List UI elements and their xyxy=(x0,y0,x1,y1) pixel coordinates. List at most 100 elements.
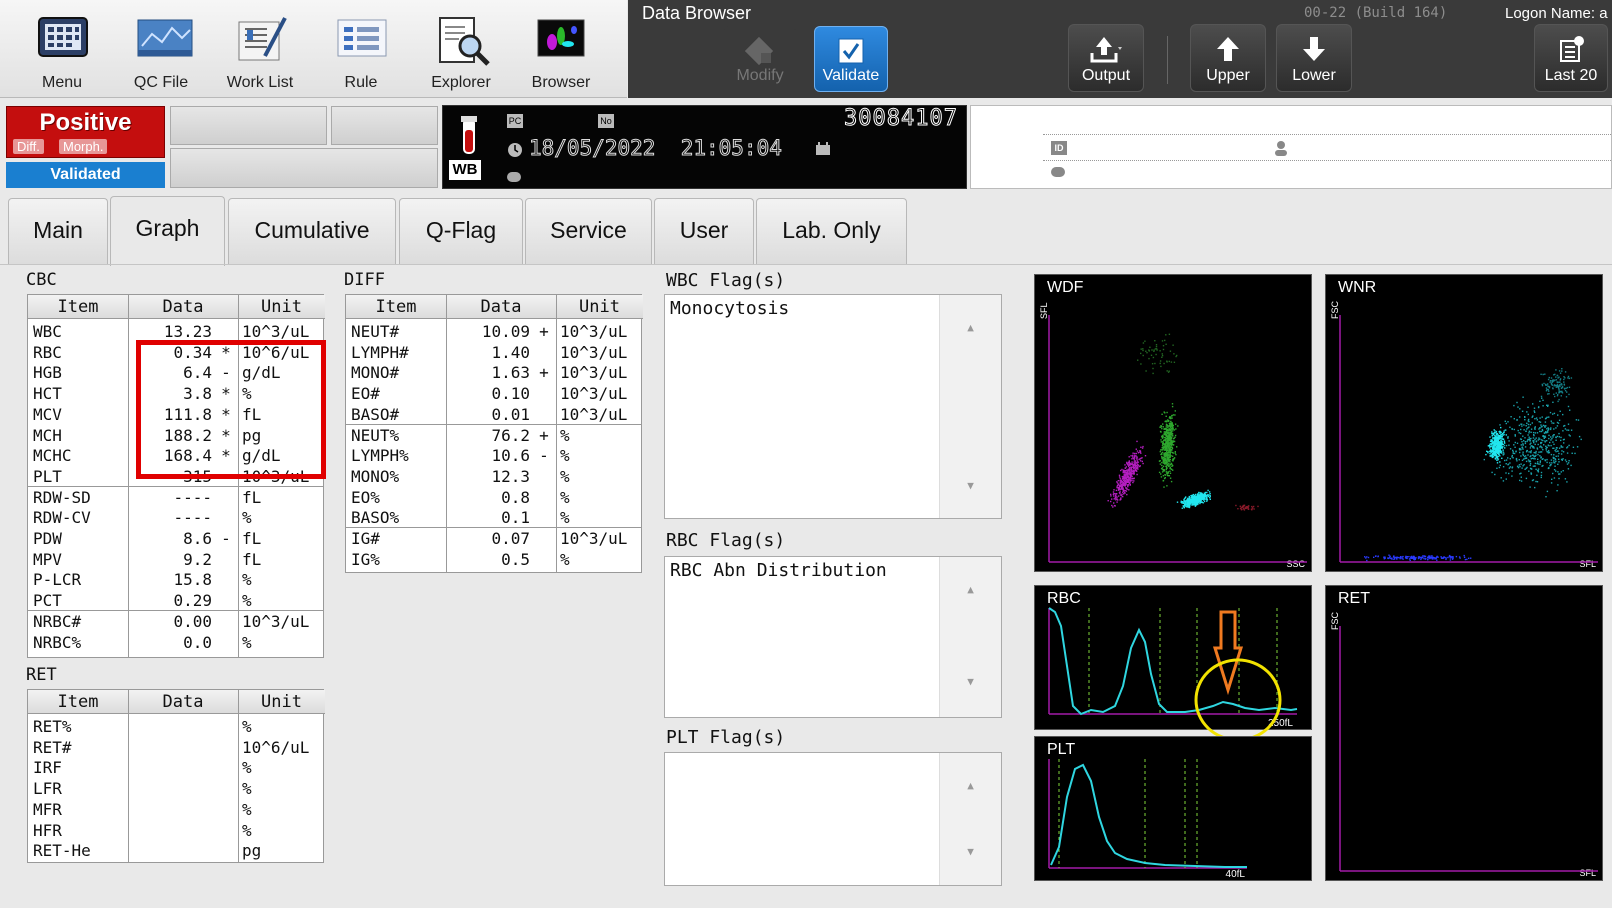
diff-table: Item Data Unit NEUT# 10.09 +10^3/uL LYMPH# 1.40… xyxy=(345,294,643,573)
menu-button[interactable]: Menu xyxy=(17,10,107,94)
scatter-dot xyxy=(1168,454,1171,456)
scatter-dot xyxy=(1514,446,1516,448)
scatter-dot xyxy=(1499,464,1501,467)
scatter-dot xyxy=(1551,437,1553,440)
scatter-dot xyxy=(1550,420,1552,422)
scatter-dot xyxy=(1112,506,1114,508)
scatter-dot xyxy=(1165,468,1167,471)
scatter-dot xyxy=(1165,465,1168,468)
output-button[interactable]: Output xyxy=(1068,24,1144,92)
scatter-dot xyxy=(1125,481,1127,483)
cbc-data-flag xyxy=(218,549,234,570)
scroll-down-icon[interactable]: ▼ xyxy=(940,479,1001,492)
scatter-dot xyxy=(1123,483,1125,485)
diff-item-eo#: EO# xyxy=(351,384,380,404)
browser-button[interactable]: Browser xyxy=(516,10,606,94)
scatter-dot xyxy=(1534,462,1537,465)
scatter-dot xyxy=(1553,412,1556,415)
scatter-dot xyxy=(1195,496,1197,498)
scatter-dot xyxy=(1133,480,1135,482)
scroll-up-icon[interactable]: ▲ xyxy=(940,779,1001,792)
scatter-dot xyxy=(1408,558,1411,560)
tab-graph[interactable]: Graph xyxy=(110,196,225,266)
scatter-dot xyxy=(1162,434,1164,437)
scatter-dot xyxy=(1507,463,1510,465)
scatter-dot xyxy=(1519,408,1521,410)
scatter-dot xyxy=(1133,456,1136,458)
scatter-dot xyxy=(1427,556,1429,559)
scatter-dot xyxy=(1518,432,1520,434)
scatter-dot xyxy=(1431,555,1433,557)
last-20-list-icon xyxy=(1560,36,1584,62)
scatter-dot xyxy=(1162,345,1165,347)
scatter-dot xyxy=(1455,555,1458,558)
scatter-dot xyxy=(1124,464,1126,466)
scatter-dot xyxy=(1160,473,1162,475)
scatter-dot xyxy=(1508,472,1510,475)
tab-lab-only[interactable]: Lab. Only xyxy=(756,198,907,264)
scatter-dot xyxy=(1406,556,1409,558)
scatter-dot xyxy=(1133,452,1136,455)
lower-button[interactable]: Lower xyxy=(1276,24,1352,92)
scatter-dot xyxy=(1133,459,1136,461)
scatter-dot xyxy=(1564,459,1567,461)
last-20-button[interactable]: Last 20 xyxy=(1534,24,1608,92)
scatter-dot xyxy=(1505,472,1507,474)
validate-button[interactable]: Validate xyxy=(814,26,888,92)
scatter-dot xyxy=(1119,499,1121,501)
scatter-dot xyxy=(1553,477,1556,479)
scatter-dot xyxy=(1166,472,1168,475)
scroll-down-icon[interactable]: ▼ xyxy=(940,845,1001,858)
scatter-dot xyxy=(1162,475,1165,477)
rbc-flags-scrollbar[interactable]: ▲ ▼ xyxy=(939,557,1001,717)
scatter-dot xyxy=(1513,452,1516,455)
rule-button[interactable]: Rule xyxy=(316,10,406,94)
column-divider xyxy=(238,690,239,862)
upper-button[interactable]: Upper xyxy=(1190,24,1266,92)
scatter-dot xyxy=(1553,460,1555,462)
scatter-dot xyxy=(1522,448,1524,450)
sample-info-panel: WB PC No 30084107 18/05/2022 21:05:04 xyxy=(442,105,967,189)
scatter-dot xyxy=(1517,429,1519,432)
tab-q-flag[interactable]: Q-Flag xyxy=(399,198,523,264)
cbc-unit: % xyxy=(242,508,252,528)
scatter-dot xyxy=(1115,498,1118,500)
scatter-dot xyxy=(1131,461,1133,463)
cbc-data-flag: - xyxy=(221,363,231,383)
diff-data-value: 0.8 xyxy=(501,487,530,507)
scatter-dot xyxy=(1119,477,1121,480)
plt-flags-scrollbar[interactable]: ▲ ▼ xyxy=(939,753,1001,885)
diff-data-flag xyxy=(536,404,552,425)
scatter-dot xyxy=(1142,445,1144,448)
scatter-dot xyxy=(1558,398,1560,401)
tab-main[interactable]: Main xyxy=(8,198,108,264)
qc-file-button[interactable]: QC File xyxy=(116,10,206,94)
tab-cumulative[interactable]: Cumulative xyxy=(228,198,396,264)
scatter-dot xyxy=(1162,479,1165,482)
scatter-dot xyxy=(1116,496,1118,498)
tab-user[interactable]: User xyxy=(654,198,754,264)
wbc-flags-scrollbar[interactable]: ▲ ▼ xyxy=(939,295,1001,518)
explorer-button[interactable]: Explorer xyxy=(416,10,506,94)
scatter-dot xyxy=(1246,506,1248,508)
scatter-dot xyxy=(1188,495,1190,498)
scatter-dot xyxy=(1387,557,1390,560)
scatter-dot xyxy=(1529,451,1532,453)
scroll-up-icon[interactable]: ▲ xyxy=(940,321,1001,334)
scroll-up-icon[interactable]: ▲ xyxy=(940,583,1001,596)
scatter-dot xyxy=(1542,458,1544,460)
work-list-button[interactable]: Work List xyxy=(215,10,305,94)
scatter-dot xyxy=(1507,457,1509,459)
tab-service[interactable]: Service xyxy=(525,198,652,264)
scroll-down-icon[interactable]: ▼ xyxy=(940,675,1001,688)
modify-button[interactable]: Modify xyxy=(724,26,796,92)
scatter-dot xyxy=(1168,456,1171,458)
ret-data-value xyxy=(130,716,212,737)
scatter-dot xyxy=(1171,455,1174,457)
scatter-dot xyxy=(1550,382,1553,385)
cbc-data-flag: * xyxy=(221,446,231,466)
cbc-header-data: Data xyxy=(128,295,238,319)
cbc-item-hct: HCT xyxy=(33,384,62,404)
scatter-dot xyxy=(1162,440,1164,443)
scatter-dot xyxy=(1168,432,1170,434)
